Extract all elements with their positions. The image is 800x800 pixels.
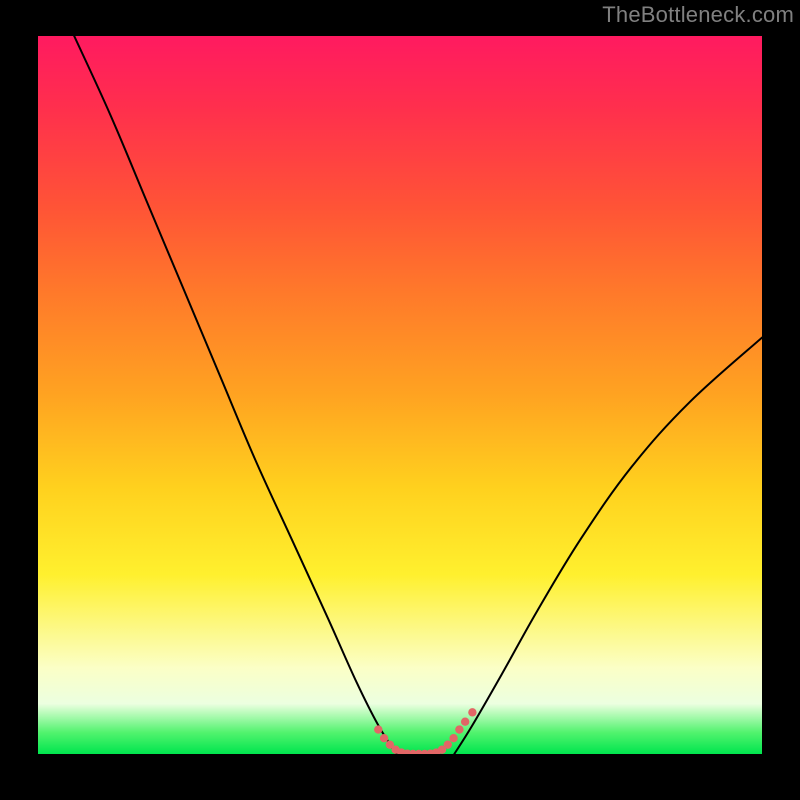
plot-area [38,36,762,754]
trough-dot [449,734,457,742]
trough-dot [444,740,452,748]
right-limb-line [454,338,762,754]
curve-overlay [38,36,762,754]
bottleneck-curve [74,36,762,754]
chart-frame: TheBottleneck.com [0,0,800,800]
trough-dot [374,725,382,733]
trough-dot [461,717,469,725]
left-limb-line [74,36,396,754]
trough-marker [374,708,477,754]
trough-dot [455,725,463,733]
trough-dot [380,734,388,742]
watermark-text: TheBottleneck.com [602,2,794,28]
trough-dot [468,708,476,716]
